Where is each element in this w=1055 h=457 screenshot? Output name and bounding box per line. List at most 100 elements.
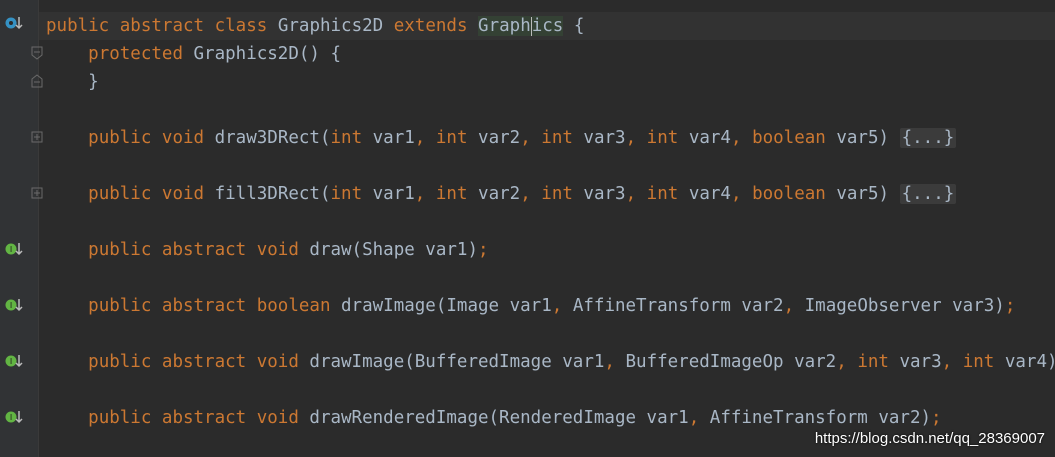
code-line[interactable] bbox=[39, 208, 1055, 236]
keyword-token: int bbox=[646, 128, 679, 148]
code-token: drawImage(BufferedImage var1 bbox=[298, 352, 605, 372]
folded-code-block[interactable]: {...} bbox=[899, 184, 957, 204]
code-line[interactable] bbox=[39, 152, 1055, 180]
punctuation-token: , bbox=[414, 184, 426, 204]
code-token: { bbox=[563, 16, 585, 36]
keyword-token: int bbox=[646, 184, 679, 204]
overrides-icon[interactable] bbox=[4, 14, 26, 32]
implemented-abstract-icon[interactable]: I bbox=[4, 352, 26, 370]
punctuation-token: ; bbox=[931, 408, 942, 428]
punctuation-token: , bbox=[520, 184, 531, 204]
keyword-token: abstract bbox=[119, 16, 205, 36]
code-line[interactable]: protected Graphics2D() { bbox=[39, 40, 1055, 68]
code-token: drawImage(Image var1 bbox=[330, 296, 552, 316]
svg-text:I: I bbox=[10, 245, 12, 254]
keyword-token: protected bbox=[88, 44, 183, 64]
keyword-token: extends bbox=[393, 16, 468, 36]
code-editor[interactable]: I I I I public abstract class Graphics2D… bbox=[0, 0, 1055, 457]
highlighted-identifier: Graph bbox=[478, 16, 531, 36]
editor-gutter[interactable]: I I I I bbox=[0, 0, 43, 457]
keyword-token: boolean bbox=[752, 184, 826, 204]
keyword-token: int bbox=[330, 184, 363, 204]
svg-text:I: I bbox=[10, 413, 12, 422]
keyword-token: int bbox=[857, 352, 889, 372]
implemented-abstract-icon[interactable]: I bbox=[4, 240, 26, 258]
code-line[interactable]: public abstract void draw(Shape var1); bbox=[39, 236, 1055, 264]
code-token: BufferedImageOp var2 bbox=[614, 352, 837, 372]
code-token: draw3DRect( bbox=[204, 128, 331, 148]
code-token: drawRenderedImage(RenderedImage var1 bbox=[298, 408, 689, 428]
code-token: } bbox=[46, 72, 99, 92]
code-line[interactable]: public abstract boolean drawImage(Image … bbox=[39, 292, 1055, 320]
punctuation-token: ; bbox=[1004, 296, 1016, 316]
svg-text:I: I bbox=[10, 301, 12, 310]
keyword-token: int bbox=[435, 128, 468, 148]
code-token: fill3DRect( bbox=[204, 184, 331, 204]
code-token: var4 bbox=[678, 128, 731, 148]
punctuation-token: , bbox=[783, 296, 795, 316]
code-line[interactable]: public abstract void drawImage(BufferedI… bbox=[39, 348, 1055, 376]
code-token: var4) bbox=[994, 352, 1055, 372]
keyword-token: int bbox=[435, 184, 468, 204]
svg-text:I: I bbox=[10, 357, 12, 366]
punctuation-token: , bbox=[730, 128, 742, 148]
code-area[interactable]: public abstract class Graphics2D extends… bbox=[39, 0, 1055, 457]
code-token: var5) bbox=[825, 184, 900, 204]
code-token: var2 bbox=[467, 184, 521, 204]
keyword-token: public abstract void bbox=[88, 408, 299, 428]
code-token: Graphics2D() { bbox=[182, 44, 342, 64]
keyword-token: public void bbox=[88, 128, 205, 148]
code-token: var3 bbox=[572, 184, 626, 204]
punctuation-token: , bbox=[941, 352, 953, 372]
punctuation-token: , bbox=[520, 128, 531, 148]
punctuation-token: , bbox=[604, 352, 615, 372]
implemented-abstract-icon[interactable]: I bbox=[4, 408, 26, 426]
implemented-abstract-icon[interactable]: I bbox=[4, 296, 26, 314]
code-token: var1 bbox=[362, 184, 415, 204]
keyword-token: public abstract void bbox=[88, 352, 299, 372]
punctuation-token: , bbox=[688, 408, 700, 428]
code-token: var2 bbox=[467, 128, 521, 148]
code-line[interactable] bbox=[39, 320, 1055, 348]
highlighted-identifier: ics bbox=[531, 16, 564, 36]
code-line[interactable] bbox=[39, 96, 1055, 124]
punctuation-token: , bbox=[625, 128, 637, 148]
punctuation-token: , bbox=[414, 128, 426, 148]
code-line[interactable]: public abstract void drawRenderedImage(R… bbox=[39, 404, 1055, 432]
code-line[interactable] bbox=[39, 376, 1055, 404]
code-line[interactable]: public abstract class Graphics2D extends… bbox=[39, 12, 1055, 40]
punctuation-token: ; bbox=[478, 240, 489, 260]
code-token: draw(Shape var1) bbox=[298, 240, 478, 260]
code-token: var4 bbox=[678, 184, 731, 204]
code-token: AffineTransform var2 bbox=[562, 296, 784, 316]
keyword-token: public void bbox=[88, 184, 205, 204]
code-token: AffineTransform var2) bbox=[699, 408, 932, 428]
code-line[interactable]: public void fill3DRect(int var1, int var… bbox=[39, 180, 1055, 208]
keyword-token: public abstract boolean bbox=[88, 296, 331, 316]
code-token: var5) bbox=[825, 128, 900, 148]
watermark-text: https://blog.csdn.net/qq_28369007 bbox=[814, 430, 1045, 447]
folded-code-block[interactable]: {...} bbox=[899, 128, 957, 148]
code-line[interactable]: public void draw3DRect(int var1, int var… bbox=[39, 124, 1055, 152]
code-line[interactable]: } bbox=[39, 68, 1055, 96]
keyword-token: public bbox=[46, 16, 110, 36]
code-line[interactable] bbox=[39, 264, 1055, 292]
